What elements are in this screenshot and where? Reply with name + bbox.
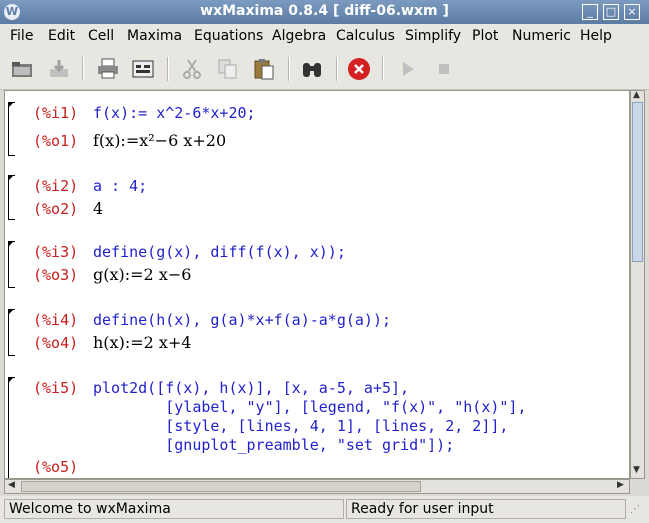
toolbar (0, 48, 649, 90)
menu-simplify[interactable]: Simplify (405, 28, 461, 44)
scroll-left-icon[interactable]: ◀ (8, 480, 15, 490)
menu-maxima[interactable]: Maxima (127, 28, 182, 44)
cell-bracket[interactable] (8, 241, 15, 288)
input-line[interactable]: plot2d([f(x), h(x)], [x, a-5, a+5], (93, 379, 409, 397)
menu-numeric[interactable]: Numeric (512, 28, 571, 44)
menu-algebra[interactable]: Algebra (272, 28, 326, 44)
output-expression: f(x):=x²−6 x+20 (93, 131, 227, 150)
output-label: (%o2) (33, 200, 79, 218)
input-line[interactable]: [gnuplot_preamble, "set grid"]); (93, 436, 454, 454)
input-line[interactable]: [style, [lines, 4, 1], [lines, 2, 2]], (93, 417, 508, 435)
cell-bracket[interactable] (8, 377, 15, 478)
save-icon[interactable] (47, 57, 71, 81)
status-state: Ready for user input (346, 499, 626, 519)
output-expression: h(x):=2 x+4 (93, 333, 192, 352)
minimize-button[interactable]: _ (582, 4, 598, 20)
output-label: (%o4) (33, 334, 79, 352)
menu-edit[interactable]: Edit (48, 28, 75, 44)
input-line[interactable]: a : 4; (93, 177, 147, 195)
cell-bracket[interactable] (8, 309, 15, 356)
open-folder-icon[interactable] (10, 57, 34, 81)
worksheet[interactable]: (%i1) f(x):= x^2-6*x+20; (%o1) f(x):=x²−… (4, 90, 630, 479)
output-expression: g(x):=2 x−6 (93, 265, 192, 284)
copy-icon[interactable] (216, 57, 240, 81)
status-message: Welcome to wxMaxima (4, 499, 344, 519)
toolbar-separator (336, 57, 338, 81)
menu-cell[interactable]: Cell (88, 28, 114, 44)
maximize-button[interactable]: □ (603, 4, 619, 20)
toolbar-separator (82, 57, 84, 81)
input-label: (%i3) (33, 243, 79, 261)
scroll-right-icon[interactable]: ▶ (617, 480, 624, 490)
scroll-up-icon[interactable]: ▲ (633, 90, 640, 100)
input-label: (%i5) (33, 379, 79, 397)
output-label: (%o5) (33, 458, 79, 476)
stop-animation-icon[interactable] (432, 57, 456, 81)
horizontal-scroll-thumb[interactable] (21, 481, 421, 492)
interrupt-stop-icon[interactable] (347, 57, 371, 81)
close-window-button[interactable]: × (624, 4, 640, 20)
input-label: (%i4) (33, 311, 79, 329)
output-expression: 4 (93, 199, 104, 218)
input-label: (%i1) (33, 104, 79, 122)
menu-file[interactable]: File (10, 28, 33, 44)
vertical-scrollbar[interactable]: ▲ ▼ (630, 90, 645, 479)
menu-calculus[interactable]: Calculus (336, 28, 395, 44)
toolbar-separator (382, 57, 384, 81)
menu-equations[interactable]: Equations (194, 28, 263, 44)
title-bar: W wxMaxima 0.8.4 [ diff-06.wxm ] _ □ × (0, 0, 649, 24)
toolbar-separator (288, 57, 290, 81)
window-title: wxMaxima 0.8.4 [ diff-06.wxm ] (200, 3, 449, 19)
input-line[interactable]: define(h(x), g(a)*x+f(a)-a*g(a)); (93, 311, 391, 329)
print-icon[interactable] (96, 57, 120, 81)
paste-icon[interactable] (252, 57, 276, 81)
status-bar: Welcome to wxMaxima Ready for user input… (0, 496, 649, 523)
cell-bracket[interactable] (8, 102, 15, 156)
menu-help[interactable]: Help (580, 28, 612, 44)
resize-grip-icon[interactable]: ⋰ (630, 504, 644, 518)
cut-icon[interactable] (180, 57, 204, 81)
input-line[interactable]: f(x):= x^2-6*x+20; (93, 104, 256, 122)
output-label: (%o1) (33, 132, 79, 150)
menu-bar: File Edit Cell Maxima Equations Algebra … (0, 24, 649, 48)
cell-bracket[interactable] (8, 175, 15, 220)
toolbar-separator (167, 57, 169, 81)
menu-plot[interactable]: Plot (472, 28, 498, 44)
output-label: (%o3) (33, 266, 79, 284)
scroll-down-icon[interactable]: ▼ (633, 465, 640, 475)
preferences-icon[interactable] (131, 57, 155, 81)
input-label: (%i2) (33, 177, 79, 195)
vertical-scroll-thumb[interactable] (632, 102, 643, 262)
horizontal-scrollbar[interactable]: ◀ ▶ (4, 479, 630, 494)
input-line[interactable]: define(g(x), diff(f(x), x)); (93, 243, 346, 261)
find-binoculars-icon[interactable] (300, 57, 324, 81)
input-line[interactable]: [ylabel, "y"], [legend, "f(x)", "h(x)"], (93, 398, 526, 416)
play-animation-icon[interactable] (396, 57, 420, 81)
